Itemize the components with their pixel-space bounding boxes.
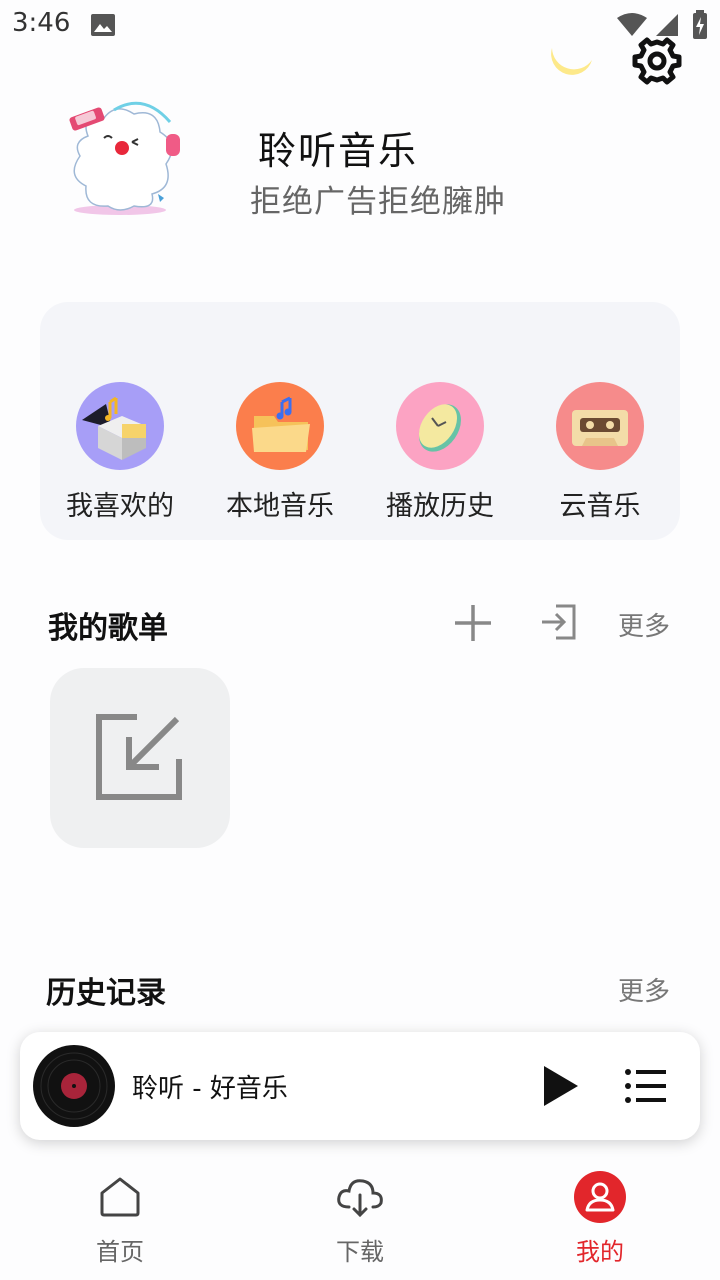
local-folder-icon: [236, 382, 324, 470]
gallery-notification-icon: [90, 12, 116, 42]
mini-player[interactable]: 聆听 - 好音乐: [20, 1032, 700, 1140]
nav-download-label: 下载: [336, 1238, 384, 1266]
quick-favorites-label: 我喜欢的: [66, 491, 174, 522]
profile-icon: [573, 1170, 627, 1224]
battery-charging-icon: [692, 10, 708, 44]
list-icon: [625, 1069, 666, 1103]
history-more-link[interactable]: 更多: [618, 971, 670, 1008]
import-playlist-tile[interactable]: [50, 668, 230, 848]
nav-home-label: 首页: [96, 1238, 144, 1266]
queue-button[interactable]: [624, 1064, 668, 1108]
app-title: 聆听音乐: [258, 129, 419, 173]
app-subtitle: 拒绝广告拒绝臃肿: [250, 184, 506, 220]
quick-favorites[interactable]: 我喜欢的: [40, 382, 200, 523]
plus-icon: [455, 605, 491, 641]
import-arrow-icon: [96, 714, 182, 800]
cloud-download-icon: [333, 1170, 387, 1224]
favorites-box-icon: [76, 382, 164, 470]
nav-home[interactable]: 首页: [60, 1170, 180, 1267]
home-icon: [93, 1170, 147, 1224]
quick-local-music[interactable]: 本地音乐: [200, 382, 360, 523]
login-import-icon: [542, 604, 576, 640]
history-section-title: 历史记录: [46, 976, 166, 1011]
status-bar: 3:46: [0, 0, 720, 50]
now-playing-title: 聆听 - 好音乐: [132, 1074, 288, 1104]
playlist-section-title: 我的歌单: [48, 611, 168, 646]
play-button[interactable]: [538, 1062, 582, 1110]
quick-cloud-music-label: 云音乐: [559, 491, 641, 522]
nav-download[interactable]: 下载: [300, 1170, 420, 1267]
play-icon: [544, 1066, 578, 1106]
nav-profile-label: 我的: [576, 1238, 624, 1266]
quick-access-card: 我喜欢的 本地音乐 播放历史 云音乐: [40, 302, 680, 540]
playlist-more-link[interactable]: 更多: [618, 606, 670, 643]
clock-history-icon: [396, 382, 484, 470]
vinyl-disc-icon: [32, 1044, 116, 1128]
mascot-avatar: [60, 98, 200, 222]
quick-local-music-label: 本地音乐: [226, 491, 334, 522]
quick-play-history-label: 播放历史: [386, 491, 494, 522]
settings-icon[interactable]: [630, 36, 684, 90]
import-playlist-button[interactable]: [536, 598, 584, 646]
moon-icon[interactable]: [546, 40, 596, 88]
quick-play-history[interactable]: 播放历史: [360, 382, 520, 523]
cassette-icon: [556, 382, 644, 470]
nav-profile[interactable]: 我的: [540, 1170, 660, 1267]
quick-cloud-music[interactable]: 云音乐: [520, 382, 680, 523]
status-time: 3:46: [12, 8, 71, 38]
bottom-navigation: 首页 下载 我的: [0, 1160, 720, 1280]
add-playlist-button[interactable]: [448, 600, 498, 646]
